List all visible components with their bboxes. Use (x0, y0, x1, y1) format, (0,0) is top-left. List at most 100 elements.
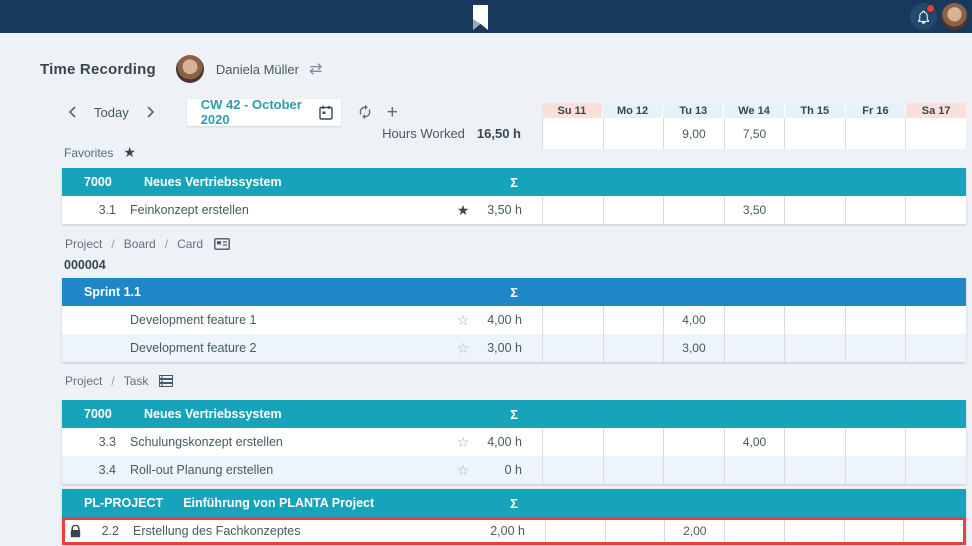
next-week-button[interactable] (141, 106, 161, 118)
section-header-row: 7000 Neues Vertriebssystem Σ (62, 400, 966, 428)
hours-worked-total: 16,50 h (477, 126, 521, 141)
time-entry-cell[interactable] (905, 306, 966, 334)
favorite-star-icon[interactable]: ☆ (450, 340, 476, 357)
time-entry-cell[interactable] (724, 334, 785, 362)
time-entry-cell[interactable] (603, 196, 664, 224)
favorites-star-icon[interactable]: ★ (123, 144, 136, 161)
hours-day-total: 7,50 (724, 118, 785, 149)
task-name: Feinkonzept erstellen (130, 203, 450, 217)
section-header-row: Sprint 1.1 Σ (62, 278, 966, 306)
time-entry-cell[interactable] (845, 196, 906, 224)
time-entry-cell[interactable] (845, 456, 906, 484)
time-entry-cell[interactable] (845, 334, 906, 362)
time-entry-cell[interactable] (845, 306, 906, 334)
task-row-highlighted: 2.2 Erstellung des Fachkonzeptes 2,00 h … (62, 517, 966, 545)
time-entry-cell[interactable] (784, 520, 844, 542)
previous-week-button[interactable] (62, 106, 82, 118)
time-entry-cell[interactable] (784, 196, 845, 224)
time-entry-cell[interactable] (844, 520, 904, 542)
favorites-label: Favorites (64, 146, 113, 160)
hours-day-total (845, 118, 906, 149)
time-entry-cell[interactable]: 4,00 (724, 428, 785, 456)
time-entry-cell[interactable] (605, 520, 665, 542)
breadcrumb-part: Project (65, 237, 102, 251)
time-entry-cell[interactable] (845, 428, 906, 456)
page-title: Time Recording (40, 61, 156, 78)
sprint-name: Sprint 1.1 (84, 285, 141, 299)
task-name: Erstellung des Fachkonzeptes (133, 524, 453, 538)
breadcrumb-part: Task (124, 374, 149, 388)
favorite-star-icon[interactable]: ☆ (450, 434, 476, 451)
time-entry-cell[interactable] (905, 334, 966, 362)
favorites-section: 7000 Neues Vertriebssystem Σ 3.1 Feinkon… (62, 168, 966, 224)
time-entry-cell[interactable] (724, 306, 785, 334)
section-header-row: PL-PROJECT Einführung von PLANTA Project… (62, 489, 966, 517)
time-entry-cell[interactable] (784, 428, 845, 456)
time-entry-cell[interactable] (603, 306, 664, 334)
time-entry-cell[interactable] (663, 456, 724, 484)
task-sum: 0 h (476, 463, 542, 477)
day-header: We 14 (724, 103, 785, 118)
time-entry-cell[interactable] (905, 196, 966, 224)
time-entry-cell[interactable] (784, 456, 845, 484)
day-header: Sa 17 (906, 103, 966, 118)
time-entry-cell[interactable]: 3,50 (724, 196, 785, 224)
sum-sigma-icon: Σ (476, 496, 542, 511)
time-entry-cell[interactable]: 2,00 (664, 520, 724, 542)
task-sum: 3,50 h (476, 203, 542, 217)
time-entry-cell[interactable] (542, 456, 603, 484)
time-entry-cell[interactable]: 3,00 (663, 334, 724, 362)
board-section: Sprint 1.1 Σ Development feature 1 ☆ 4,0… (62, 278, 966, 362)
hours-worked-grid: 9,00 7,50 (542, 118, 966, 149)
time-entry-cell[interactable] (542, 334, 603, 362)
task-list-icon (159, 375, 173, 387)
card-icon (214, 238, 230, 250)
time-entry-cell[interactable] (903, 520, 963, 542)
task-row: 3.4 Roll-out Planung erstellen ☆ 0 h (62, 456, 966, 484)
task-row: Development feature 1 ☆ 4,00 h 4,00 (62, 306, 966, 334)
time-entry-cell[interactable] (784, 306, 845, 334)
time-entry-cell[interactable] (603, 428, 664, 456)
hours-day-total (905, 118, 966, 149)
day-header: Fr 16 (846, 103, 907, 118)
time-entry-cell[interactable] (603, 334, 664, 362)
breadcrumb-task: Project / Task (65, 374, 173, 388)
time-entry-cell[interactable] (784, 334, 845, 362)
pl-project-section: PL-PROJECT Einführung von PLANTA Project… (62, 489, 966, 545)
time-entry-cell[interactable] (724, 456, 785, 484)
switch-user-icon[interactable]: ⇄ (309, 59, 322, 79)
favorite-star-icon[interactable]: ★ (450, 202, 476, 219)
notification-badge (926, 4, 935, 13)
bookmark-cursor-icon (470, 5, 490, 36)
task-row: 3.1 Feinkonzept erstellen ★ 3,50 h 3,50 (62, 196, 966, 224)
day-header: Th 15 (785, 103, 846, 118)
time-entry-cell[interactable] (663, 428, 724, 456)
time-entry-cell[interactable] (663, 196, 724, 224)
breadcrumb-board-card: Project / Board / Card (65, 237, 230, 251)
task-name: Development feature 1 (130, 313, 450, 327)
topbar (0, 0, 972, 33)
notifications-button[interactable] (910, 3, 937, 30)
task-name: Development feature 2 (130, 341, 450, 355)
task-section: 7000 Neues Vertriebssystem Σ 3.3 Schulun… (62, 400, 966, 484)
user-avatar[interactable] (941, 3, 968, 30)
time-entry-cell[interactable] (542, 196, 603, 224)
time-entry-cell[interactable]: 4,00 (663, 306, 724, 334)
favorite-star-icon[interactable]: ☆ (450, 312, 476, 329)
task-sum: 3,00 h (476, 341, 542, 355)
board-code: 000004 (64, 258, 106, 272)
time-entry-cell[interactable] (542, 306, 603, 334)
time-entry-cell[interactable] (905, 456, 966, 484)
time-entry-cell[interactable] (724, 520, 784, 542)
favorite-star-icon[interactable]: ☆ (450, 462, 476, 479)
time-entry-cell[interactable] (603, 456, 664, 484)
task-sum: 2,00 h (479, 524, 545, 538)
time-entry-cell[interactable] (545, 520, 605, 542)
time-recording-app: Time Recording Daniela Müller ⇄ Today CW… (0, 0, 972, 546)
today-button[interactable]: Today (94, 105, 129, 120)
time-entry-cell[interactable] (542, 428, 603, 456)
time-entry-cell[interactable] (905, 428, 966, 456)
task-name: Schulungskonzept erstellen (130, 435, 450, 449)
day-header: Mo 12 (603, 103, 664, 118)
employee-avatar[interactable] (176, 55, 204, 83)
